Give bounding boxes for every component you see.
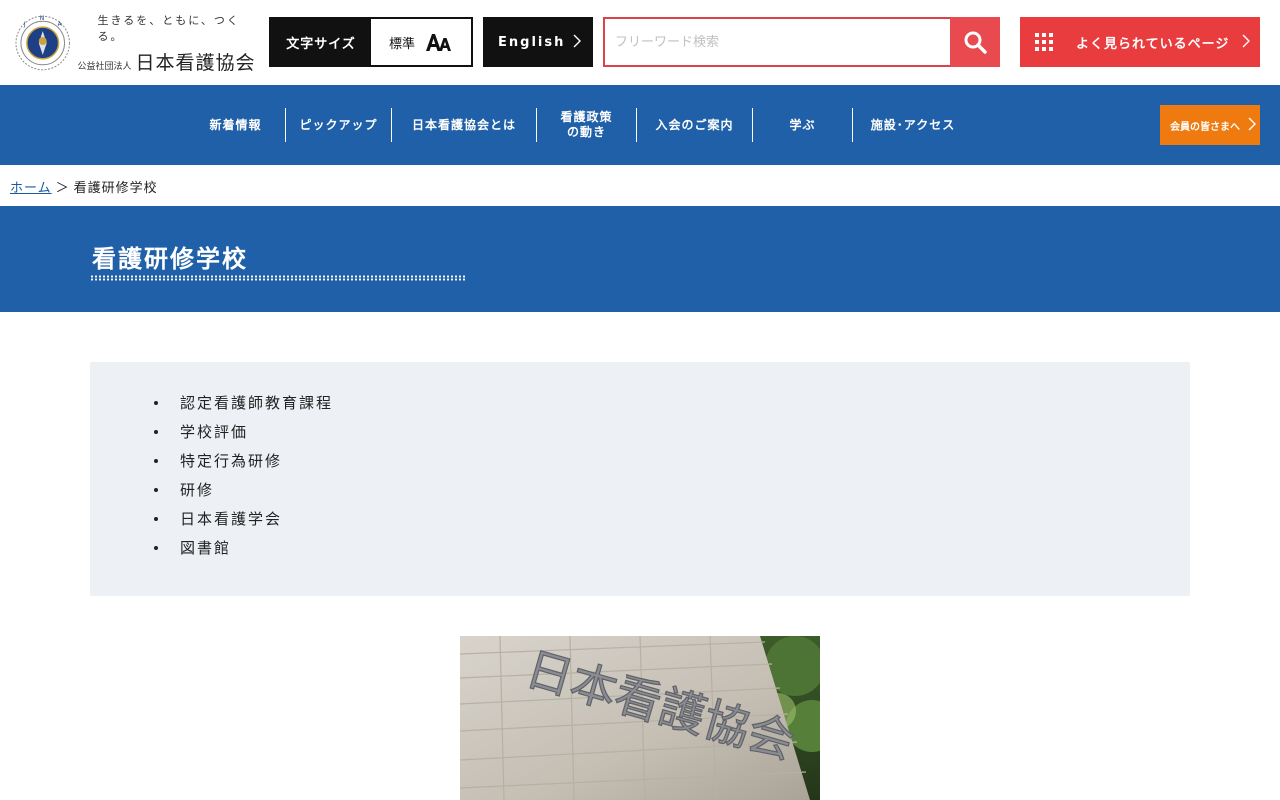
list-item-label: 認定看護師教育課程 [180,394,334,412]
link-training[interactable]: 研修 [154,479,333,508]
logo-tagline: 生きるを、ともに、つくる。 [97,13,240,43]
bullet-icon [154,488,158,492]
logo-name-row: 公益社団法人 日本看護協会 [77,48,264,75]
title-dotted-underline [90,275,466,281]
site-header: J N A 生きるを、ともに、つくる。 公益社団法人 日本看護協会 文字サイズ … [0,0,1280,85]
link-library[interactable]: 図書館 [154,537,333,566]
nav-item-membership[interactable]: 入会のご案内 [637,108,753,142]
nav-item-about[interactable]: 日本看護協会とは [392,108,537,142]
list-item-label: 研修 [180,481,215,499]
school-links-list: 認定看護師教育課程 学校評価 特定行為研修 研修 日本看護学会 図書館 [154,392,334,566]
bullet-icon [154,546,158,550]
breadcrumb-separator: ＞ [55,181,70,196]
grid-icon [1035,33,1053,51]
school-links-box: 認定看護師教育課程 学校評価 特定行為研修 研修 日本看護学会 図書館 [90,362,1190,596]
list-item-label: 日本看護学会 [180,510,283,528]
font-size-current: 標準 [388,36,415,52]
breadcrumb: ホーム ＞ 看護研修学校 [10,177,158,196]
list-item-label: 図書館 [180,539,232,557]
link-nursing-society[interactable]: 日本看護学会 [154,508,333,537]
global-nav-items: 新着情報 ピックアップ 日本看護協会とは 看護政策 の動き 入会のご案内 学ぶ … [186,108,973,142]
nav-item-news[interactable]: 新着情報 [186,108,286,142]
members-label: 会員の皆さまへ [1170,121,1240,133]
nursing-association-emblem-icon: J N A [15,15,70,71]
font-size-switcher: 文字サイズ 標準 [269,17,473,67]
popular-pages-button[interactable]: よく見られているページ [1020,17,1260,67]
search-bar [603,17,1000,67]
site-logo[interactable]: J N A 生きるを、ともに、つくる。 公益社団法人 日本看護協会 [14,12,264,75]
logo-org-name: 日本看護協会 [135,51,256,74]
font-size-aa-icon [426,34,451,51]
bullet-icon [154,459,158,463]
svg-text:J: J [23,21,26,28]
global-nav: 新着情報 ピックアップ 日本看護協会とは 看護政策 の動き 入会のご案内 学ぶ … [0,85,1280,165]
nav-item-policy[interactable]: 看護政策 の動き [537,108,637,142]
link-school-evaluation[interactable]: 学校評価 [154,421,333,450]
svg-text:N: N [40,15,44,22]
members-button[interactable]: 会員の皆さまへ [1160,105,1260,145]
font-size-button[interactable]: 標準 [371,19,471,65]
bullet-icon [154,430,158,434]
chevron-right-icon [1242,34,1250,48]
logo-text: 生きるを、ともに、つくる。 公益社団法人 日本看護協会 [77,12,264,75]
breadcrumb-current: 看護研修学校 [73,181,158,196]
list-item-label: 学校評価 [180,423,249,441]
chevron-right-icon [1248,117,1256,131]
nav-item-pickup[interactable]: ピックアップ [286,108,392,142]
bullet-icon [154,517,158,521]
bullet-icon [154,401,158,405]
search-icon [964,31,987,54]
page-title: 看護研修学校 [92,245,248,273]
logo-corp-type: 公益社団法人 [77,61,132,72]
school-sign-photo: 日本看護協会 [460,636,820,800]
page-title-band: 看護研修学校 [0,206,1280,312]
link-certified-nurse-course[interactable]: 認定看護師教育課程 [154,392,334,421]
link-specified-acts-training[interactable]: 特定行為研修 [154,450,333,479]
nav-item-facilities[interactable]: 施設･アクセス [853,108,973,142]
popular-pages-label: よく見られているページ [1076,36,1230,52]
chevron-right-icon [573,34,581,48]
english-label: English [498,34,566,50]
font-size-label: 文字サイズ [271,19,371,65]
nav-item-learn[interactable]: 学ぶ [753,108,853,142]
breadcrumb-home-link[interactable]: ホーム [10,177,52,196]
search-button[interactable] [950,17,1000,67]
search-input[interactable] [603,17,950,67]
english-button[interactable]: English [483,17,593,67]
list-item-label: 特定行為研修 [180,452,283,470]
